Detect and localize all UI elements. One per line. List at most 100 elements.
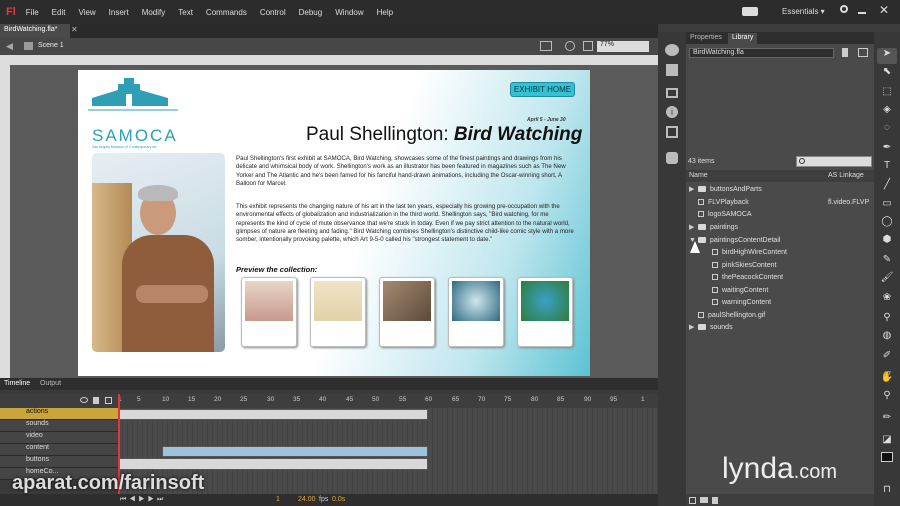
trash-icon[interactable] <box>712 497 718 504</box>
frame-ruler[interactable]: 1 5 10 15 20 25 30 35 40 45 50 55 60 65 … <box>118 394 658 408</box>
library-file-select[interactable]: BirdWatching.fla <box>689 48 834 58</box>
scene-label[interactable]: Scene 1 <box>38 42 64 49</box>
menu-text[interactable]: Text <box>178 8 193 17</box>
library-item[interactable]: thePeacockContent <box>686 271 874 284</box>
info-panel-icon[interactable]: i <box>666 106 678 118</box>
close-icon[interactable]: ✕ <box>879 3 889 17</box>
motion-presets-icon[interactable] <box>666 152 678 164</box>
frame-span-buttons[interactable] <box>118 458 428 470</box>
thumbnail-card[interactable] <box>379 277 435 347</box>
menu-insert[interactable]: Insert <box>109 8 129 17</box>
col-linkage[interactable]: AS Linkage <box>828 172 864 179</box>
stroke-color-icon[interactable]: ✏ <box>877 412 897 428</box>
zoom-select[interactable]: 77% <box>597 41 649 52</box>
library-item[interactable]: ▶ buttonsAndParts <box>686 183 874 196</box>
thumbnail-card[interactable] <box>310 277 366 347</box>
play-controls[interactable]: ⏮◀▶▶⏭ <box>120 496 166 504</box>
menu-modify[interactable]: Modify <box>142 8 166 17</box>
menu-debug[interactable]: Debug <box>299 8 323 17</box>
menu-help[interactable]: Help <box>377 8 393 17</box>
layer-video[interactable]: video <box>0 432 118 444</box>
oval-tool-icon[interactable]: ◯ <box>877 216 897 232</box>
frame-span-actions[interactable] <box>118 409 428 420</box>
library-search-input[interactable] <box>796 156 872 167</box>
workspace-switcher[interactable]: Essentials ▾ <box>782 7 825 16</box>
thumbnail-card[interactable] <box>241 277 297 347</box>
edit-scene-icon[interactable] <box>540 41 552 51</box>
deco-tool-icon[interactable]: ❀ <box>877 292 897 308</box>
thumbnail-card[interactable] <box>517 277 573 347</box>
library-item[interactable]: paulShellington.gif <box>686 309 874 322</box>
menu-view[interactable]: View <box>78 8 95 17</box>
fill-color-icon[interactable]: ◪ <box>877 434 897 450</box>
layer-actions[interactable]: actions <box>0 408 118 420</box>
expand-arrow-icon[interactable]: ▶ <box>686 323 698 331</box>
tab-output[interactable]: Output <box>40 380 61 387</box>
library-item[interactable]: waitingContent <box>686 284 874 297</box>
transform-panel-icon[interactable] <box>666 126 678 138</box>
edit-symbol-icon[interactable] <box>565 41 575 51</box>
clip-icon[interactable] <box>583 41 593 51</box>
library-item[interactable]: ▶ paintings <box>686 221 874 234</box>
snap-magnet-icon[interactable]: ⊓ <box>877 484 897 500</box>
new-folder-icon[interactable] <box>700 497 708 503</box>
library-panel-icon[interactable] <box>666 64 678 76</box>
library-item[interactable]: logoSAMOCA <box>686 208 874 221</box>
free-transform-tool-icon[interactable]: ⬚ <box>877 86 897 102</box>
back-arrow-icon[interactable]: ◀ <box>6 41 13 52</box>
line-tool-icon[interactable]: ╱ <box>877 179 897 195</box>
paint-bucket-tool-icon[interactable]: ◍ <box>877 330 897 346</box>
library-item[interactable]: pinkSkiesContent <box>686 259 874 272</box>
lasso-tool-icon[interactable]: ◌ <box>877 122 897 138</box>
hand-tool-icon[interactable]: ✋ <box>877 372 897 388</box>
align-panel-icon[interactable] <box>666 88 678 98</box>
document-tab[interactable]: BirdWatching.fla* <box>0 24 70 38</box>
menu-file[interactable]: File <box>26 8 39 17</box>
search-icon[interactable] <box>840 5 848 13</box>
properties-panel-icon[interactable] <box>665 44 679 56</box>
zoom-tool-icon[interactable]: ⚲ <box>877 390 897 406</box>
bone-tool-icon[interactable]: ⚲ <box>877 312 897 328</box>
eye-icon[interactable] <box>80 397 88 403</box>
rectangle-tool-icon[interactable]: ▭ <box>877 198 897 214</box>
menu-edit[interactable]: Edit <box>52 8 66 17</box>
text-tool-icon[interactable]: T <box>877 160 897 176</box>
3d-rotation-tool-icon[interactable]: ◈ <box>877 104 897 120</box>
menu-commands[interactable]: Commands <box>206 8 247 17</box>
brush-tool-icon[interactable]: 🖌 <box>877 272 897 288</box>
gamepad-icon[interactable] <box>742 7 758 16</box>
menu-window[interactable]: Window <box>335 8 363 17</box>
expand-arrow-icon[interactable]: ▶ <box>686 185 698 193</box>
subselection-tool-icon[interactable]: ⬉ <box>877 66 897 82</box>
new-library-icon[interactable] <box>858 48 868 57</box>
polystar-tool-icon[interactable]: ⬢ <box>877 234 897 250</box>
fill-swatch[interactable] <box>881 452 893 462</box>
outline-icon[interactable] <box>105 397 112 404</box>
new-symbol-icon[interactable] <box>689 497 696 504</box>
library-item[interactable]: birdHighWireContent <box>686 246 874 259</box>
tab-close-icon[interactable]: ✕ <box>71 25 78 34</box>
pen-tool-icon[interactable]: ✒ <box>877 142 897 158</box>
library-item[interactable]: ▶ sounds <box>686 321 874 334</box>
menu-control[interactable]: Control <box>260 8 286 17</box>
pencil-tool-icon[interactable]: ✎ <box>877 254 897 270</box>
library-item[interactable]: ▼ paintingsContentDetail <box>686 234 874 247</box>
tab-properties[interactable]: Properties <box>690 34 722 41</box>
selection-tool-icon[interactable]: ➤ <box>877 48 897 64</box>
library-item[interactable]: warningContent <box>686 296 874 309</box>
col-name[interactable]: Name <box>689 172 708 179</box>
minimize-icon[interactable] <box>858 12 866 14</box>
layer-buttons[interactable]: buttons <box>0 456 118 468</box>
eyedropper-tool-icon[interactable]: ✐ <box>877 350 897 366</box>
frame-span-content[interactable] <box>162 446 428 457</box>
tab-library[interactable]: Library <box>728 33 758 44</box>
layer-sounds[interactable]: sounds <box>0 420 118 432</box>
thumbnail-card[interactable] <box>448 277 504 347</box>
exhibit-home-button[interactable]: EXHIBIT HOME <box>510 82 575 97</box>
layer-content[interactable]: content <box>0 444 118 456</box>
tab-timeline[interactable]: Timeline <box>4 380 30 387</box>
pin-icon[interactable] <box>842 48 848 57</box>
expand-arrow-icon[interactable]: ▶ <box>686 223 698 231</box>
lock-icon[interactable] <box>93 397 99 404</box>
library-item[interactable]: FLVPlayback fl.video.FLVP <box>686 196 874 209</box>
